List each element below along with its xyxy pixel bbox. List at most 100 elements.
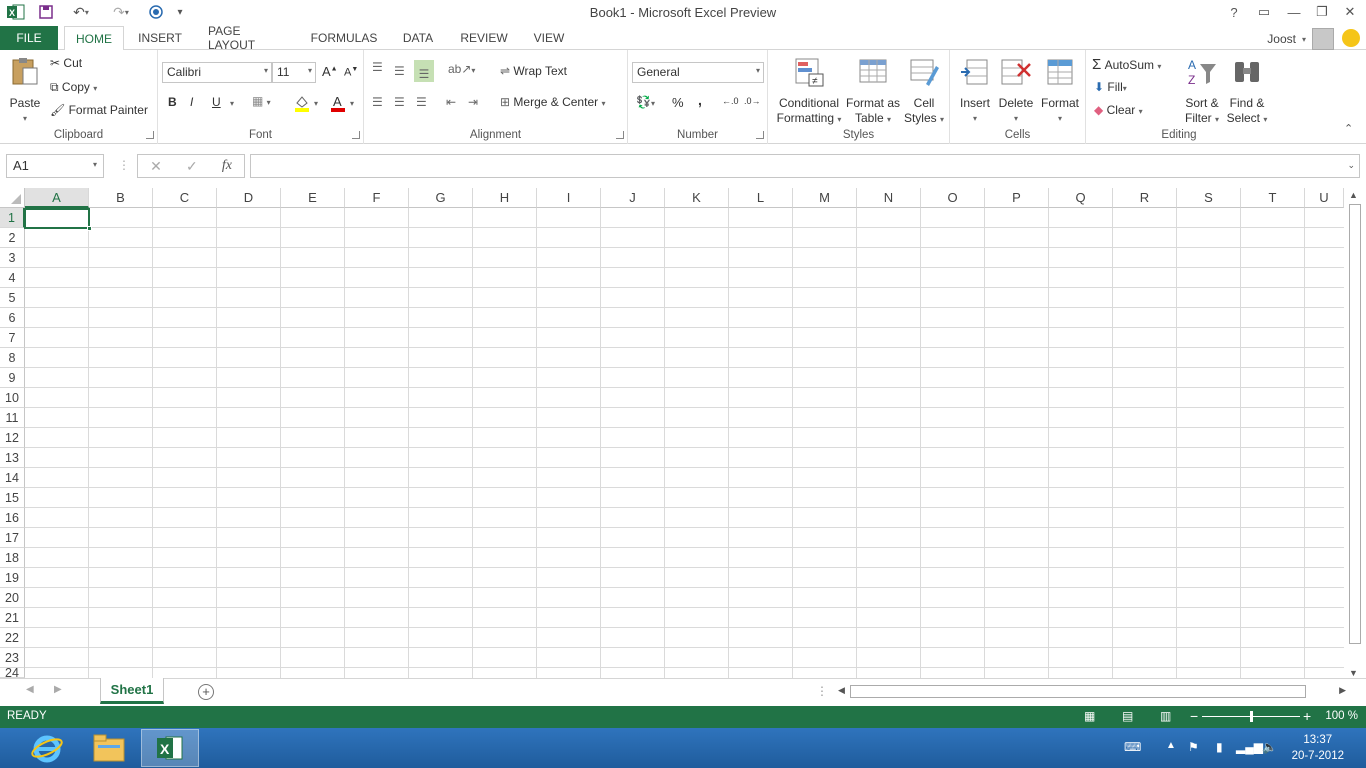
restore-icon[interactable]: ❐	[1308, 2, 1336, 22]
feedback-smiley-icon[interactable]	[1342, 29, 1360, 47]
row-header-17[interactable]: 17	[0, 528, 25, 548]
chevron-down-icon[interactable]: ▾	[314, 99, 318, 108]
underline-dropdown-icon[interactable]: ▾	[230, 99, 234, 108]
page-layout-view-icon[interactable]: ▤	[1122, 709, 1133, 723]
top-align-icon[interactable]: ☰	[372, 60, 383, 74]
row-header-3[interactable]: 3	[0, 248, 25, 268]
help-icon[interactable]: ?	[1220, 2, 1248, 22]
collapse-ribbon-icon[interactable]: ⌃	[1344, 122, 1353, 135]
row-header-5[interactable]: 5	[0, 288, 25, 308]
row-header-24[interactable]: 24	[0, 668, 25, 678]
sheet-tab-sheet1[interactable]: Sheet1	[100, 678, 164, 704]
column-header-e[interactable]: E	[281, 188, 345, 208]
zoom-in-icon[interactable]: +	[1303, 708, 1311, 724]
formula-bar-splitter-icon[interactable]: ⋮	[118, 158, 130, 172]
conditional-formatting-button[interactable]: ≠ Conditional Formatting ▾	[772, 56, 846, 127]
volume-icon[interactable]: 🔈	[1262, 740, 1277, 754]
alignment-launcher-icon[interactable]	[616, 131, 624, 139]
decrease-decimal-icon[interactable]: .0→	[744, 96, 761, 106]
scroll-left-icon[interactable]: ◀	[838, 685, 845, 696]
align-right-icon[interactable]: ☰	[416, 95, 427, 109]
confirm-entry-icon[interactable]: ✓	[186, 158, 198, 175]
normal-view-icon[interactable]: ▦	[1084, 709, 1095, 723]
column-header-k[interactable]: K	[665, 188, 729, 208]
grow-font-icon[interactable]: A▲	[322, 64, 338, 79]
show-hidden-icons-icon[interactable]: ▲	[1166, 740, 1176, 751]
underline-button[interactable]: U	[212, 95, 221, 109]
tab-home[interactable]: HOME	[64, 26, 124, 51]
row-header-21[interactable]: 21	[0, 608, 25, 628]
file-explorer-icon[interactable]	[80, 729, 138, 767]
scroll-up-icon[interactable]: ▲	[1349, 190, 1358, 200]
column-header-l[interactable]: L	[729, 188, 793, 208]
shrink-font-icon[interactable]: A▼	[344, 66, 358, 79]
tab-view[interactable]: VIEW	[528, 26, 570, 50]
align-center-icon[interactable]: ☰	[394, 95, 405, 109]
vertical-scroll-thumb[interactable]	[1349, 204, 1361, 644]
action-center-flag-icon[interactable]: ⚑	[1188, 740, 1199, 754]
cell-styles-button[interactable]: Cell Styles ▾	[902, 56, 946, 127]
keyboard-icon[interactable]: ⌨	[1124, 740, 1141, 754]
tab-insert[interactable]: INSERT	[134, 26, 186, 50]
prev-sheet-icon[interactable]: ◀	[26, 684, 34, 695]
column-header-q[interactable]: Q	[1049, 188, 1113, 208]
formula-input[interactable]: ⌄	[250, 154, 1360, 178]
horizontal-scrollbar[interactable]: ◀ ▶	[836, 684, 1346, 700]
accounting-format-icon[interactable]: 💱▾	[636, 95, 655, 109]
font-color-icon[interactable]: A	[330, 94, 346, 112]
column-header-d[interactable]: D	[217, 188, 281, 208]
font-launcher-icon[interactable]	[352, 131, 360, 139]
row-header-23[interactable]: 23	[0, 648, 25, 668]
format-painter-button[interactable]: 🖌 Format Painter	[50, 103, 148, 117]
row-header-1[interactable]: 1	[0, 208, 25, 228]
font-name-combo[interactable]: Calibri ▾	[162, 62, 272, 83]
battery-icon[interactable]: ▮	[1216, 740, 1223, 754]
insert-cells-button[interactable]: Insert ▾	[956, 56, 994, 126]
row-header-18[interactable]: 18	[0, 548, 25, 568]
network-icon[interactable]: ▂▄▆	[1236, 740, 1263, 754]
active-cell[interactable]	[24, 208, 90, 229]
column-header-u[interactable]: U	[1305, 188, 1344, 208]
fill-button[interactable]: ⬇ Fill▾	[1094, 80, 1127, 94]
column-header-i[interactable]: I	[537, 188, 601, 208]
excel-taskbar-icon[interactable]: X	[141, 729, 199, 767]
cut-button[interactable]: ✂ Cut	[50, 56, 82, 70]
delete-cells-button[interactable]: Delete ▾	[996, 56, 1036, 126]
row-header-22[interactable]: 22	[0, 628, 25, 648]
number-launcher-icon[interactable]	[756, 131, 764, 139]
bottom-align-icon[interactable]: ☰	[414, 60, 434, 82]
system-clock[interactable]: 13:37 20-7-2012	[1292, 732, 1344, 764]
fill-color-icon[interactable]	[294, 94, 310, 112]
column-header-a[interactable]: A	[25, 188, 89, 208]
middle-align-icon[interactable]: ☰	[394, 64, 405, 78]
font-size-combo[interactable]: 11 ▾	[272, 62, 316, 83]
insert-function-icon[interactable]: fx	[222, 158, 232, 174]
clipboard-launcher-icon[interactable]	[146, 131, 154, 139]
column-header-r[interactable]: R	[1113, 188, 1177, 208]
increase-decimal-icon[interactable]: ←.0	[722, 96, 739, 106]
ribbon-display-icon[interactable]: ▭	[1250, 2, 1278, 22]
row-header-11[interactable]: 11	[0, 408, 25, 428]
row-header-9[interactable]: 9	[0, 368, 25, 388]
horizontal-scroll-thumb[interactable]	[850, 685, 1306, 698]
scroll-right-icon[interactable]: ▶	[1339, 685, 1346, 696]
page-break-view-icon[interactable]: ▥	[1160, 709, 1171, 723]
cancel-entry-icon[interactable]: ✕	[150, 158, 162, 175]
borders-icon[interactable]: ▦ ▾	[252, 94, 271, 108]
column-header-c[interactable]: C	[153, 188, 217, 208]
zoom-out-icon[interactable]: −	[1190, 708, 1198, 724]
close-icon[interactable]: ✕	[1336, 2, 1364, 22]
orientation-icon[interactable]: ab↗▾	[448, 62, 475, 76]
bold-button[interactable]: B	[168, 95, 177, 109]
minimize-icon[interactable]: —	[1280, 2, 1308, 22]
row-header-10[interactable]: 10	[0, 388, 25, 408]
select-all-button[interactable]	[0, 188, 25, 208]
cell-grid[interactable]	[25, 208, 1344, 678]
tab-page-layout[interactable]: PAGE LAYOUT	[200, 24, 292, 52]
row-header-6[interactable]: 6	[0, 308, 25, 328]
column-header-p[interactable]: P	[985, 188, 1049, 208]
sort-filter-button[interactable]: AZ Sort & Filter ▾	[1182, 56, 1222, 127]
column-header-h[interactable]: H	[473, 188, 537, 208]
row-header-7[interactable]: 7	[0, 328, 25, 348]
format-cells-button[interactable]: Format ▾	[1038, 56, 1082, 126]
